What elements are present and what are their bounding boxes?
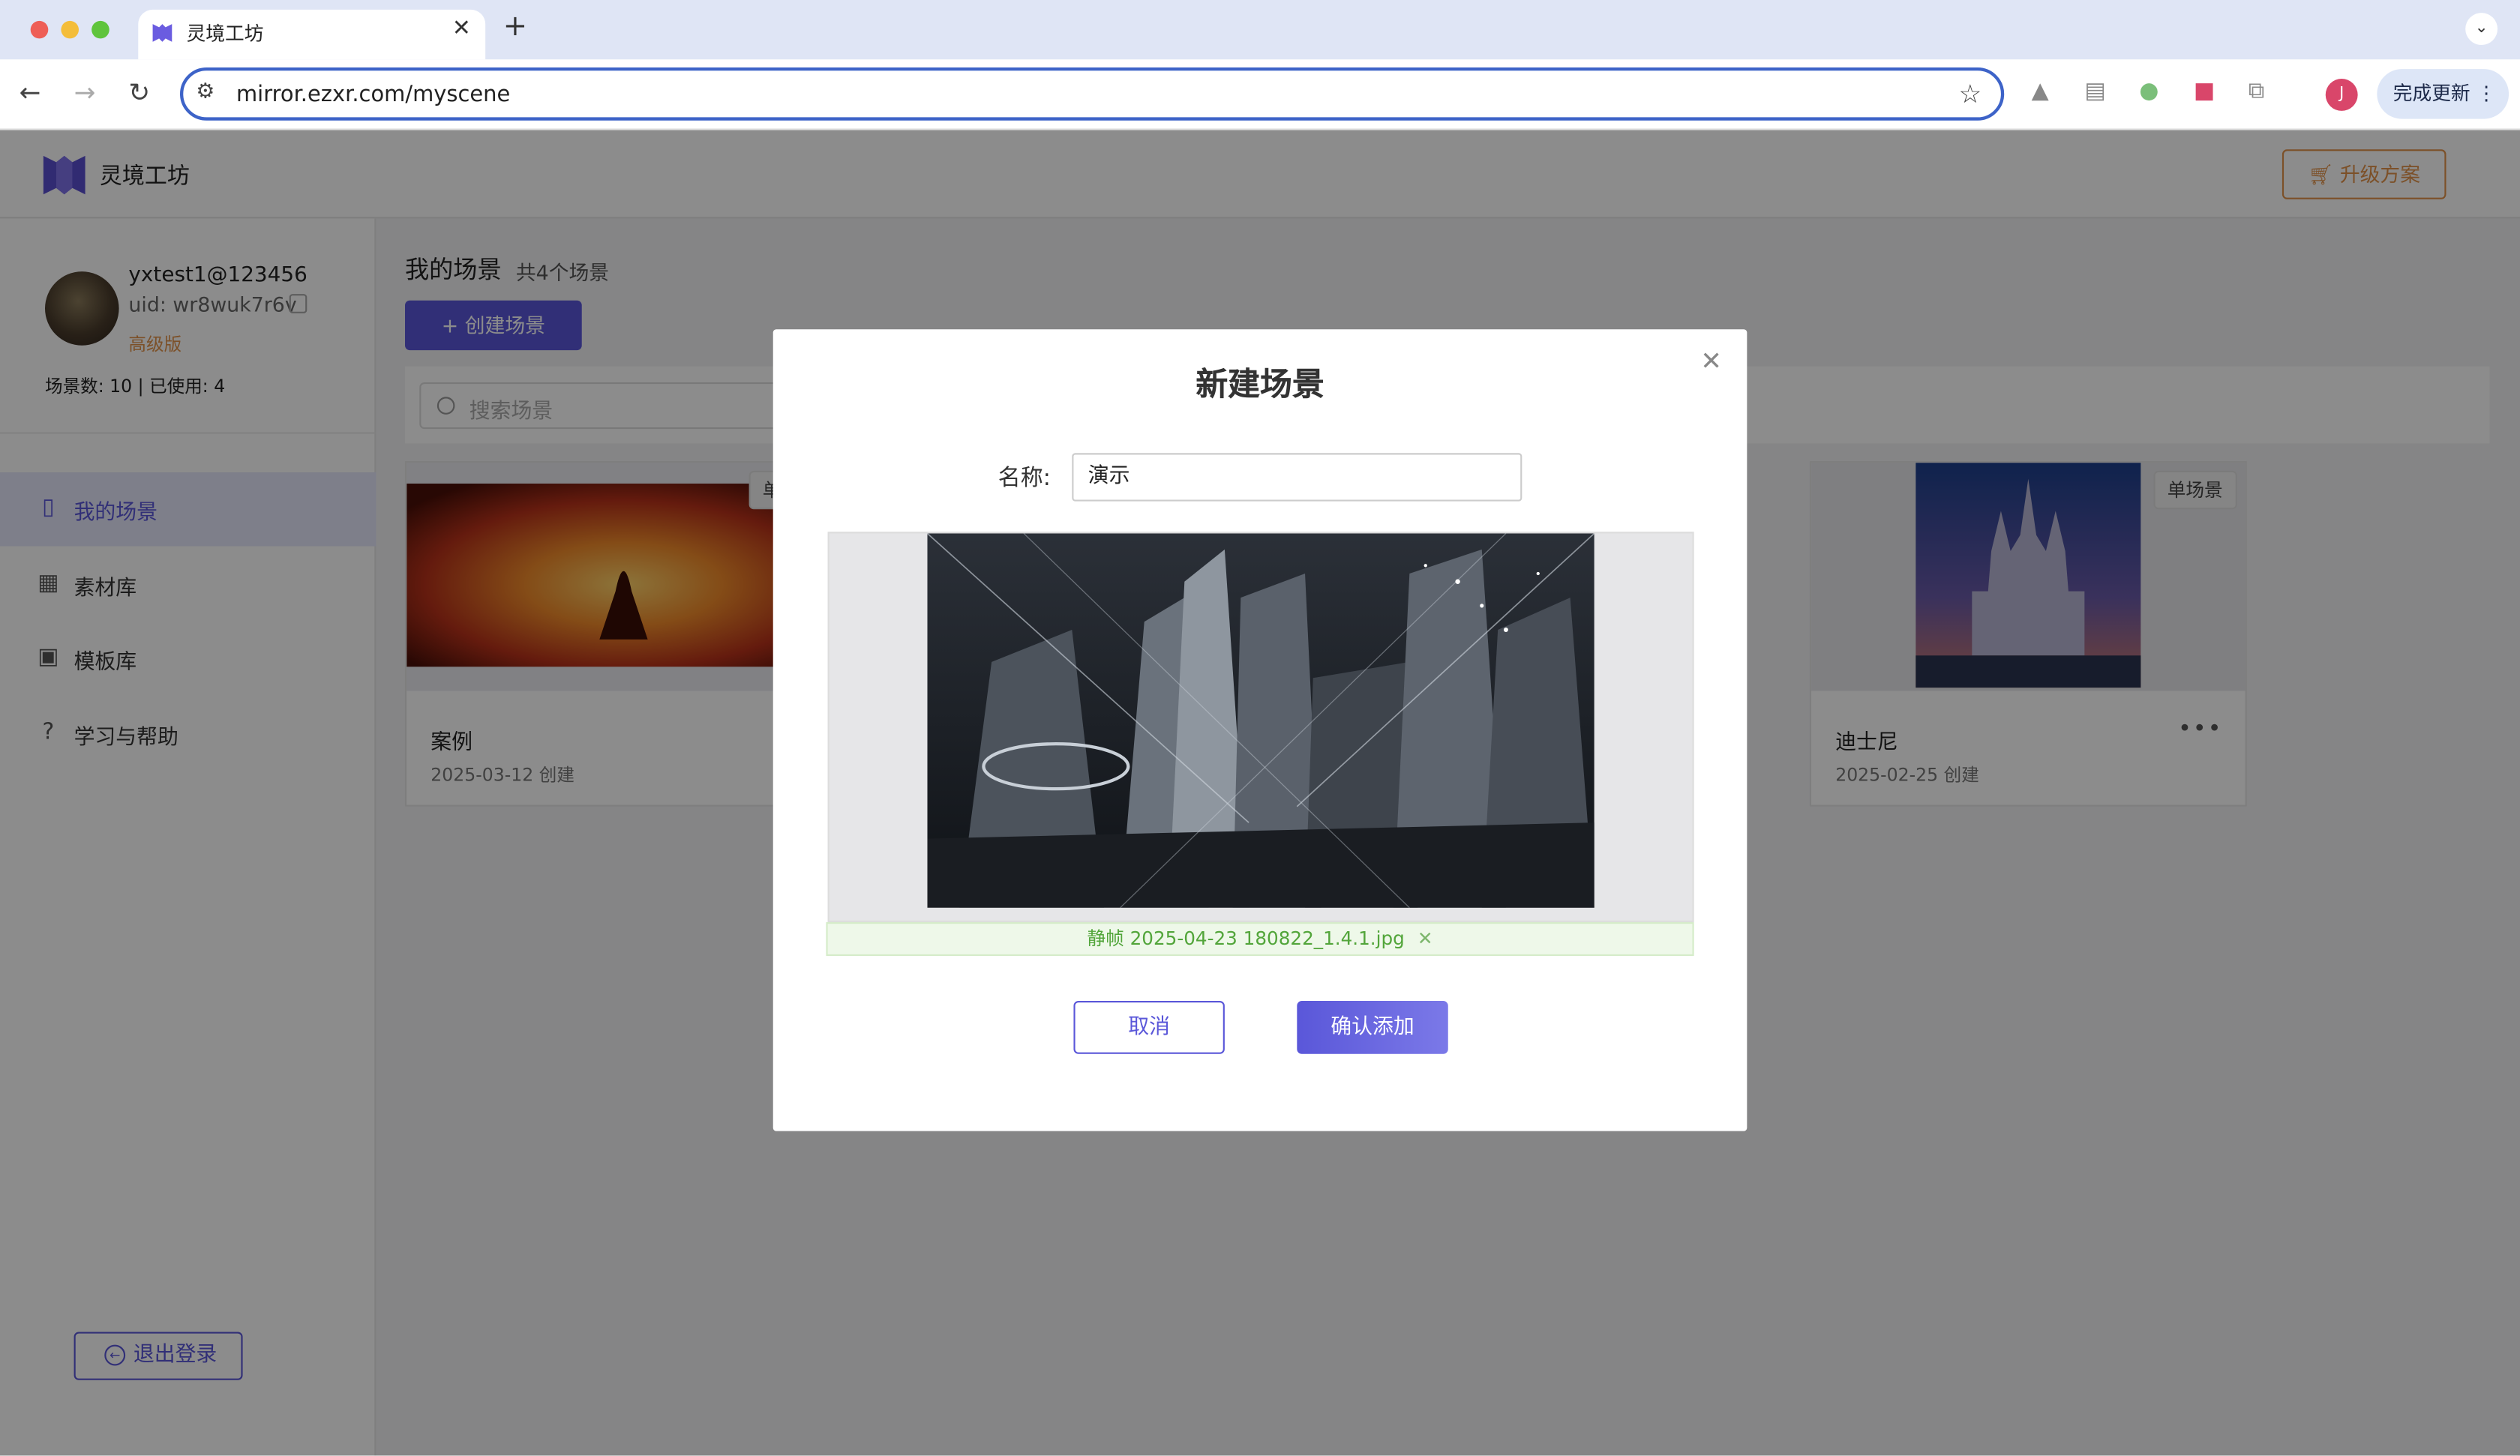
extension-ext2-icon[interactable]: ▤ (2084, 79, 2105, 104)
back-arrow-icon[interactable]: ← (20, 77, 41, 108)
window-close-button[interactable] (30, 20, 49, 39)
tab-close-icon[interactable]: ✕ (452, 16, 471, 41)
uploaded-image-preview (927, 533, 1594, 908)
extension-circle-icon[interactable]: ● (2139, 79, 2158, 104)
browser-toolbar: ← → ↻ ⚙ mirror.ezxr.com/myscene ☆ ▲ ▤ ● … (0, 59, 2520, 130)
browser-tab[interactable]: 灵境工坊 ✕ (138, 9, 486, 60)
window-zoom-button[interactable] (92, 20, 110, 39)
forward-arrow-icon[interactable]: → (74, 77, 96, 108)
window-minimize-button[interactable] (61, 20, 80, 39)
address-bar[interactable]: ⚙ mirror.ezxr.com/myscene ☆ (180, 67, 2005, 121)
reload-icon[interactable]: ↻ (128, 77, 150, 108)
url-text[interactable]: mirror.ezxr.com/myscene (236, 82, 510, 107)
close-icon[interactable]: ✕ (1700, 346, 1722, 376)
confirm-add-button[interactable]: 确认添加 (1297, 1001, 1448, 1054)
cancel-button[interactable]: 取消 (1073, 1001, 1225, 1054)
dialog-title: 新建场景 (1196, 364, 1324, 403)
remove-file-icon[interactable]: ✕ (1418, 927, 1433, 949)
new-tab-icon[interactable]: + (503, 10, 527, 43)
new-scene-dialog: 新建场景 ✕ 名称: 演示 静帧 2025-04-23 180822_1.4.1… (772, 329, 1748, 1131)
profile-avatar[interactable]: J (2325, 79, 2358, 111)
app-logo-icon (152, 24, 172, 42)
extensions-puzzle-icon[interactable]: ⧉ (2248, 79, 2264, 104)
file-name: 静帧 2025-04-23 180822_1.4.1.jpg (1087, 927, 1405, 950)
extension-translate-icon[interactable]: ■ (2194, 79, 2215, 104)
bookmark-star-icon[interactable]: ☆ (1958, 79, 1982, 109)
tab-menu-chevron-icon[interactable]: ⌄ (2465, 13, 2498, 46)
browser-tab-bar: 灵境工坊 ✕ + ⌄ (0, 0, 2520, 60)
extension-a-icon[interactable]: ▲ (2032, 79, 2049, 104)
more-vert-icon[interactable]: ⋮ (2476, 69, 2496, 118)
update-label: 完成更新 (2392, 82, 2470, 105)
tab-title: 灵境工坊 (186, 22, 264, 46)
update-button[interactable]: 完成更新 ⋮ (2377, 69, 2510, 119)
uploaded-file-bar: 静帧 2025-04-23 180822_1.4.1.jpg ✕ (826, 922, 1694, 957)
name-input[interactable]: 演示 (1072, 453, 1522, 502)
site-settings-icon[interactable]: ⚙ (196, 80, 214, 104)
image-upload-area[interactable] (827, 532, 1694, 923)
name-label: 名称: (998, 466, 1051, 492)
